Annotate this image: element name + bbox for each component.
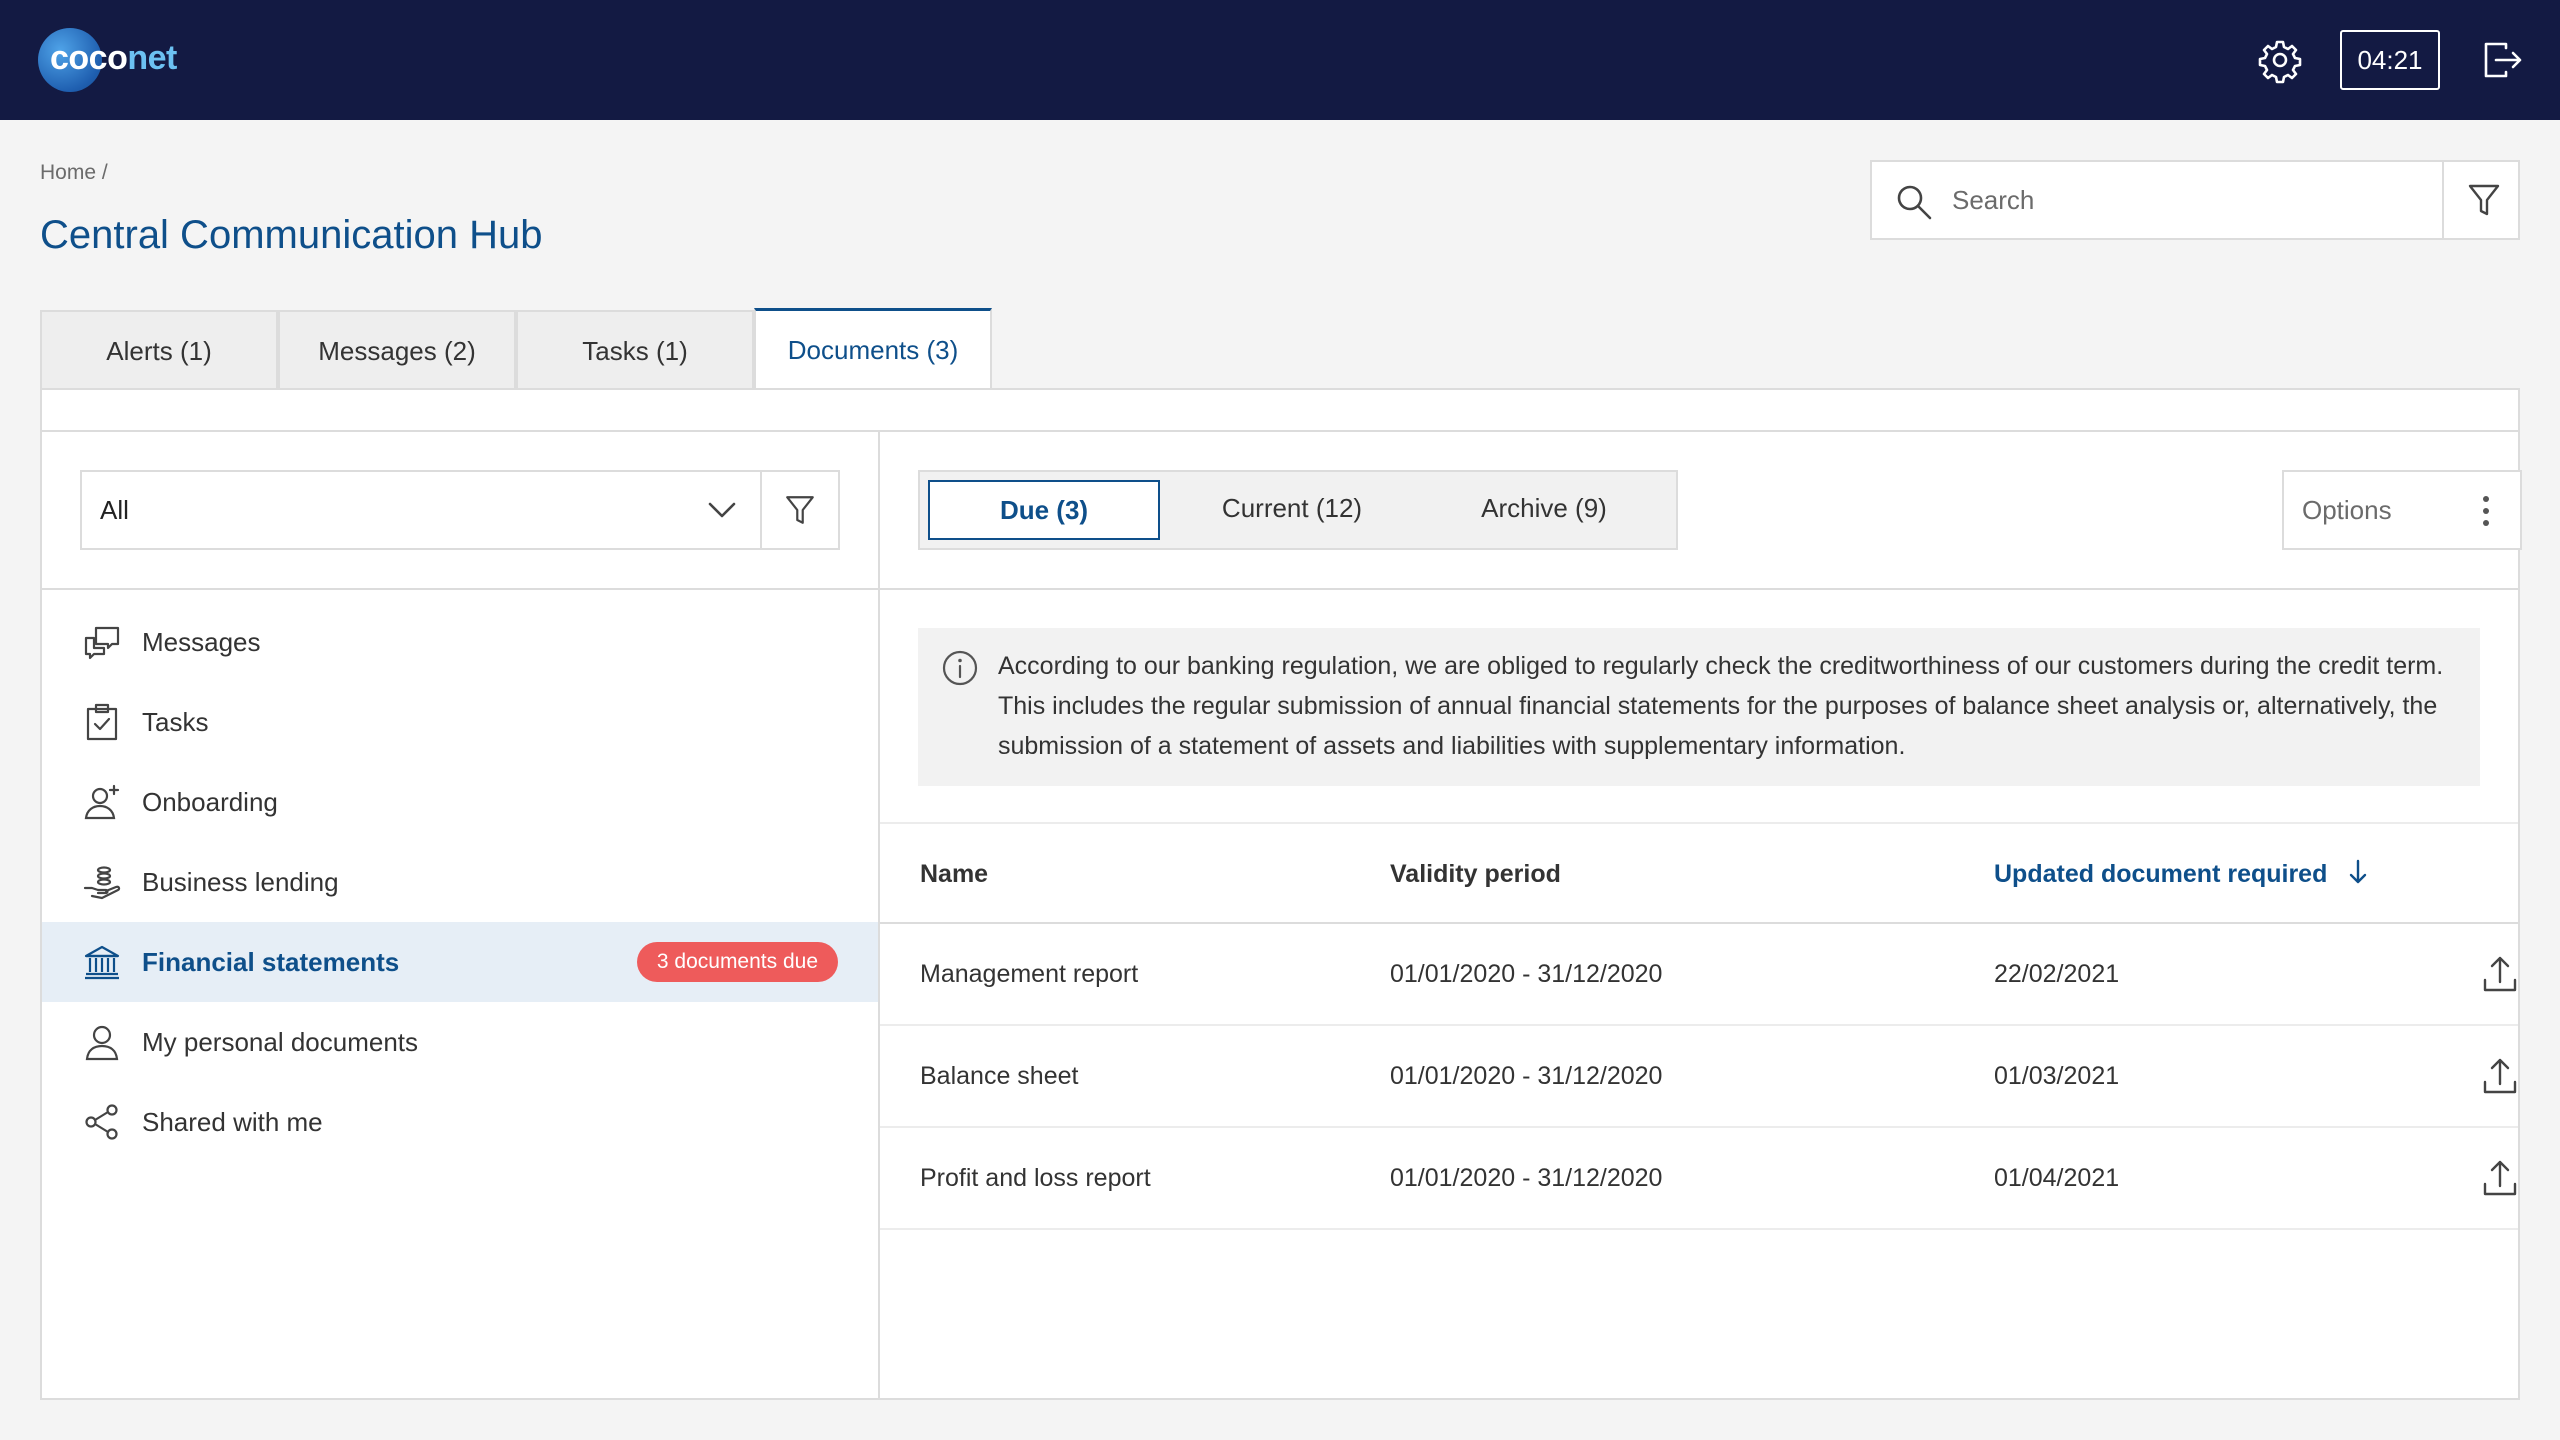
options-label: Options xyxy=(2302,495,2392,525)
column-validity-period[interactable]: Validity period xyxy=(1390,824,1561,924)
chevron-down-icon xyxy=(708,502,736,518)
required-date: 22/02/2021 xyxy=(1994,960,2120,988)
hand-coins-icon xyxy=(83,866,121,900)
sidebar-item-financial-statements[interactable]: Financial statements 3 documents due xyxy=(42,922,878,1002)
required-date: 01/04/2021 xyxy=(1994,1164,2120,1192)
more-vertical-icon xyxy=(2483,496,2489,526)
logo-text: coconet xyxy=(50,39,177,77)
upload-icon[interactable] xyxy=(2480,1158,2520,1198)
validity-period: 01/01/2020 - 31/12/2020 xyxy=(1390,1164,1663,1192)
sidebar-item-label: Financial statements xyxy=(142,947,400,977)
tab-alerts[interactable]: Alerts (1) xyxy=(40,310,278,390)
due-badge: 3 documents due xyxy=(636,942,838,982)
info-icon xyxy=(942,650,978,686)
search-divider xyxy=(2442,162,2444,238)
tab-messages[interactable]: Messages (2) xyxy=(278,310,516,390)
breadcrumb[interactable]: Home / xyxy=(40,161,108,185)
select-value: All xyxy=(100,495,129,525)
upload-icon[interactable] xyxy=(2480,1056,2520,1096)
document-name: Profit and loss report xyxy=(920,1164,1151,1192)
document-name: Balance sheet xyxy=(920,1062,1079,1090)
share-icon xyxy=(85,1104,118,1140)
sidebar-item-label: Business lending xyxy=(142,867,339,897)
category-filter-select[interactable]: All xyxy=(80,470,762,550)
tab-tasks[interactable]: Tasks (1) xyxy=(516,310,754,390)
sidebar-item-label: Shared with me xyxy=(142,1107,323,1137)
segment-due[interactable]: Due (3) xyxy=(928,480,1160,540)
sidebar-item-label: Tasks xyxy=(142,707,209,737)
person-add-icon xyxy=(84,784,120,820)
status-segmented-control: Due (3) Current (12) Archive (9) xyxy=(918,470,1678,550)
sidebar-item-shared[interactable]: Shared with me xyxy=(42,1082,878,1162)
sidebar-item-label: My personal documents xyxy=(142,1027,419,1057)
segment-archive[interactable]: Archive (9) xyxy=(1428,480,1660,540)
coconet-logo[interactable]: coconet xyxy=(38,28,178,92)
column-name[interactable]: Name xyxy=(920,824,988,924)
top-bar: coconet 04:21 xyxy=(0,0,2560,120)
table-row[interactable]: Profit and loss report 01/01/2020 - 31/1… xyxy=(880,1128,2518,1230)
tab-documents[interactable]: Documents (3) xyxy=(754,308,992,390)
category-sidebar: All Messages Tasks Onboarding Business l… xyxy=(42,432,880,1398)
sidebar-item-onboarding[interactable]: Onboarding xyxy=(42,762,878,842)
session-timer: 04:21 xyxy=(2340,30,2440,90)
sidebar-item-tasks[interactable]: Tasks xyxy=(42,682,878,762)
options-menu-button[interactable]: Options xyxy=(2282,470,2522,550)
chat-bubbles-icon xyxy=(84,626,120,660)
page-title: Central Communication Hub xyxy=(40,213,543,257)
column-label: Updated document required xyxy=(1994,860,2328,888)
documents-panel: All Messages Tasks Onboarding Business l… xyxy=(40,388,2522,1400)
table-row[interactable]: Management report 01/01/2020 - 31/12/202… xyxy=(880,924,2518,1026)
segment-current[interactable]: Current (12) xyxy=(1176,480,1408,540)
sidebar-item-personal-documents[interactable]: My personal documents xyxy=(42,1002,878,1082)
search-filter-icon[interactable] xyxy=(2462,178,2506,222)
sort-descending-icon xyxy=(2350,859,2367,884)
settings-gear-icon[interactable] xyxy=(2256,36,2304,84)
sidebar-item-business-lending[interactable]: Business lending xyxy=(42,842,878,922)
sidebar-item-label: Messages xyxy=(142,627,261,657)
documents-content: Due (3) Current (12) Archive (9) Options… xyxy=(880,432,2522,1398)
info-notice: According to our banking regulation, we … xyxy=(918,628,2480,786)
category-filter-button[interactable] xyxy=(760,470,840,550)
logout-icon[interactable] xyxy=(2478,36,2526,84)
bank-icon xyxy=(84,945,120,980)
sidebar-divider xyxy=(42,588,878,590)
person-icon xyxy=(85,1025,119,1061)
document-name: Management report xyxy=(920,960,1139,988)
clipboard-check-icon xyxy=(86,703,118,741)
filter-icon xyxy=(786,496,814,524)
sidebar-item-label: Onboarding xyxy=(142,787,278,817)
info-text: According to our banking regulation, we … xyxy=(998,652,2444,760)
required-date: 01/03/2021 xyxy=(1994,1062,2120,1090)
column-updated-required[interactable]: Updated document required xyxy=(1994,824,2372,924)
search-icon xyxy=(1897,185,1932,220)
search-box[interactable]: Search xyxy=(1870,160,2520,240)
upload-icon[interactable] xyxy=(2480,954,2520,994)
content-divider xyxy=(880,588,2518,590)
table-header: Name Validity period Updated document re… xyxy=(880,822,2518,924)
validity-period: 01/01/2020 - 31/12/2020 xyxy=(1390,960,1663,988)
validity-period: 01/01/2020 - 31/12/2020 xyxy=(1390,1062,1663,1090)
search-input[interactable]: Search xyxy=(1952,162,2034,238)
sidebar-item-messages[interactable]: Messages xyxy=(42,602,878,682)
table-row[interactable]: Balance sheet 01/01/2020 - 31/12/2020 01… xyxy=(880,1026,2518,1128)
